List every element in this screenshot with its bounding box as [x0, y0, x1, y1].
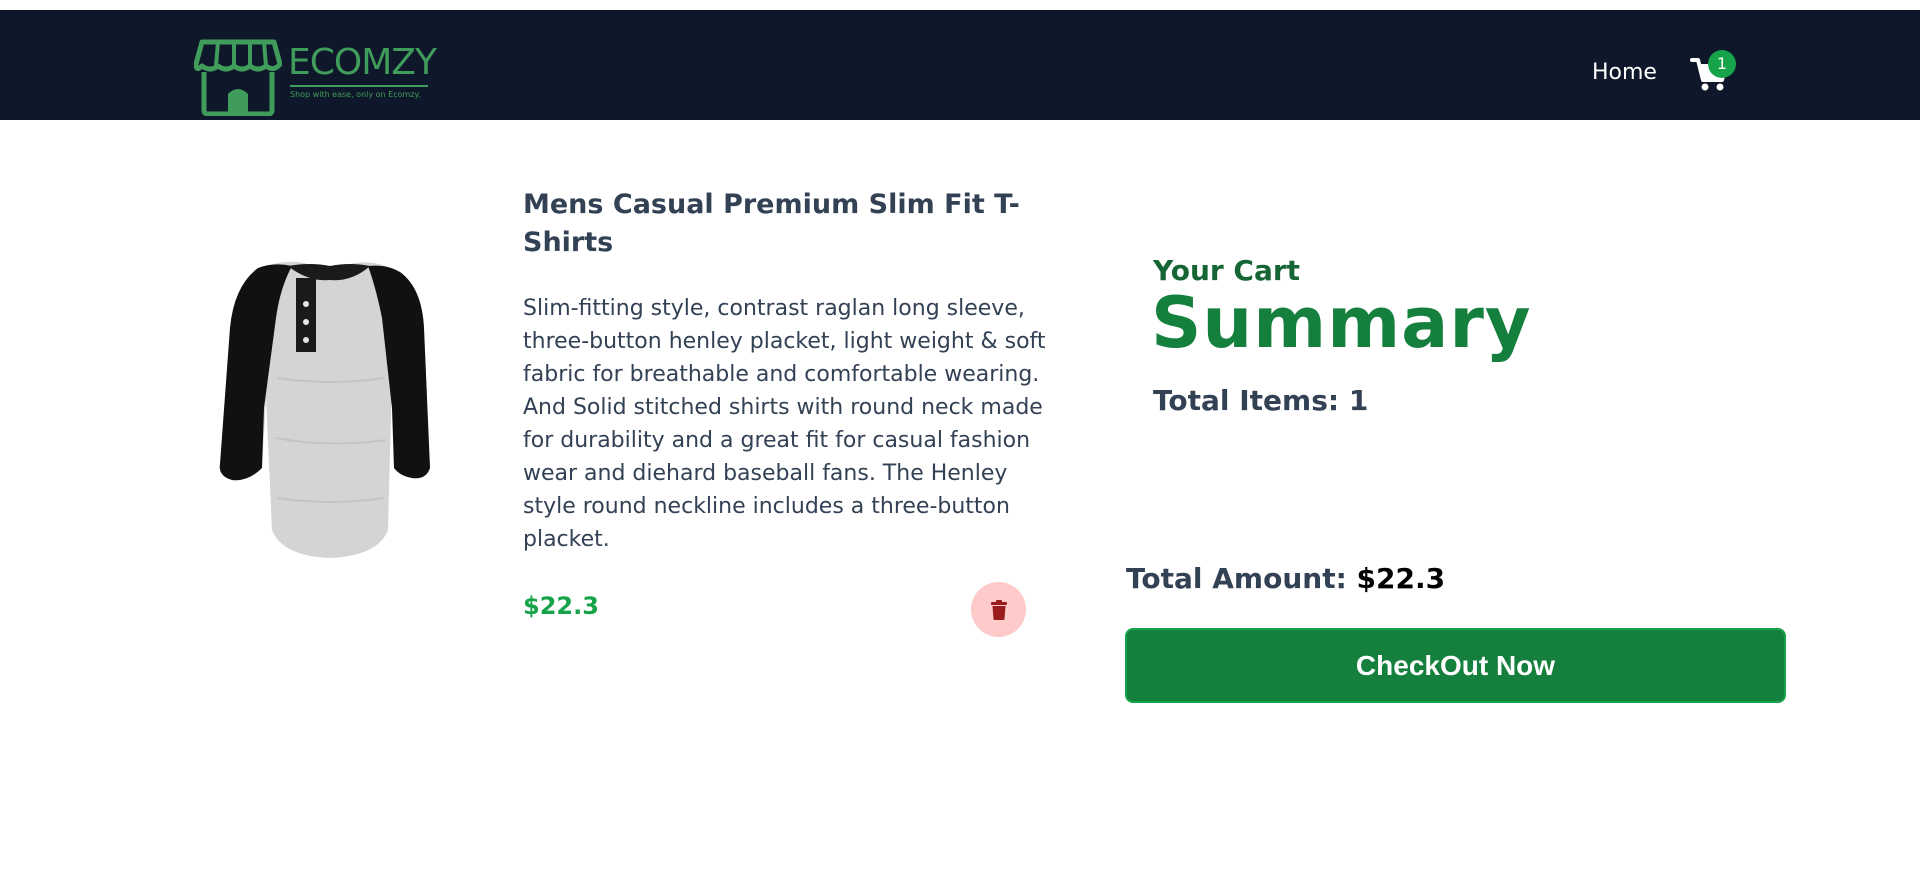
top-gap — [0, 0, 1920, 10]
brand-logo[interactable]: ECOMZY Shop with ease, only on Ecomzy. — [194, 36, 437, 116]
brand-tagline: Shop with ease, only on Ecomzy. — [290, 90, 421, 99]
product-description: Slim-fitting style, contrast raglan long… — [523, 296, 1046, 552]
brand-underline — [290, 85, 428, 87]
product-title: Mens Casual Premium Slim Fit T-Shirts — [523, 189, 1020, 258]
henley-tshirt-image — [219, 261, 430, 558]
nav-home-link[interactable]: Home — [1592, 60, 1657, 85]
checkout-button[interactable]: CheckOut Now — [1125, 628, 1786, 703]
navbar: ECOMZY Shop with ease, only on Ecomzy. H… — [0, 10, 1920, 120]
total-amount-value: $22.3 — [1356, 562, 1446, 595]
total-amount-label: Total Amount: — [1126, 562, 1347, 595]
cart-count-badge: 1 — [1708, 50, 1736, 78]
storefront-icon — [194, 39, 282, 116]
summary-heading: Summary — [1151, 282, 1532, 364]
product-image — [218, 258, 440, 560]
total-items: Total Items: 1 — [1153, 384, 1369, 417]
trash-icon — [990, 599, 1007, 620]
remove-item-button[interactable] — [971, 582, 1026, 637]
product-price: $22.3 — [523, 592, 599, 620]
total-amount: Total Amount: $22.3 — [1126, 562, 1445, 595]
brand-name: ECOMZY — [288, 42, 437, 83]
